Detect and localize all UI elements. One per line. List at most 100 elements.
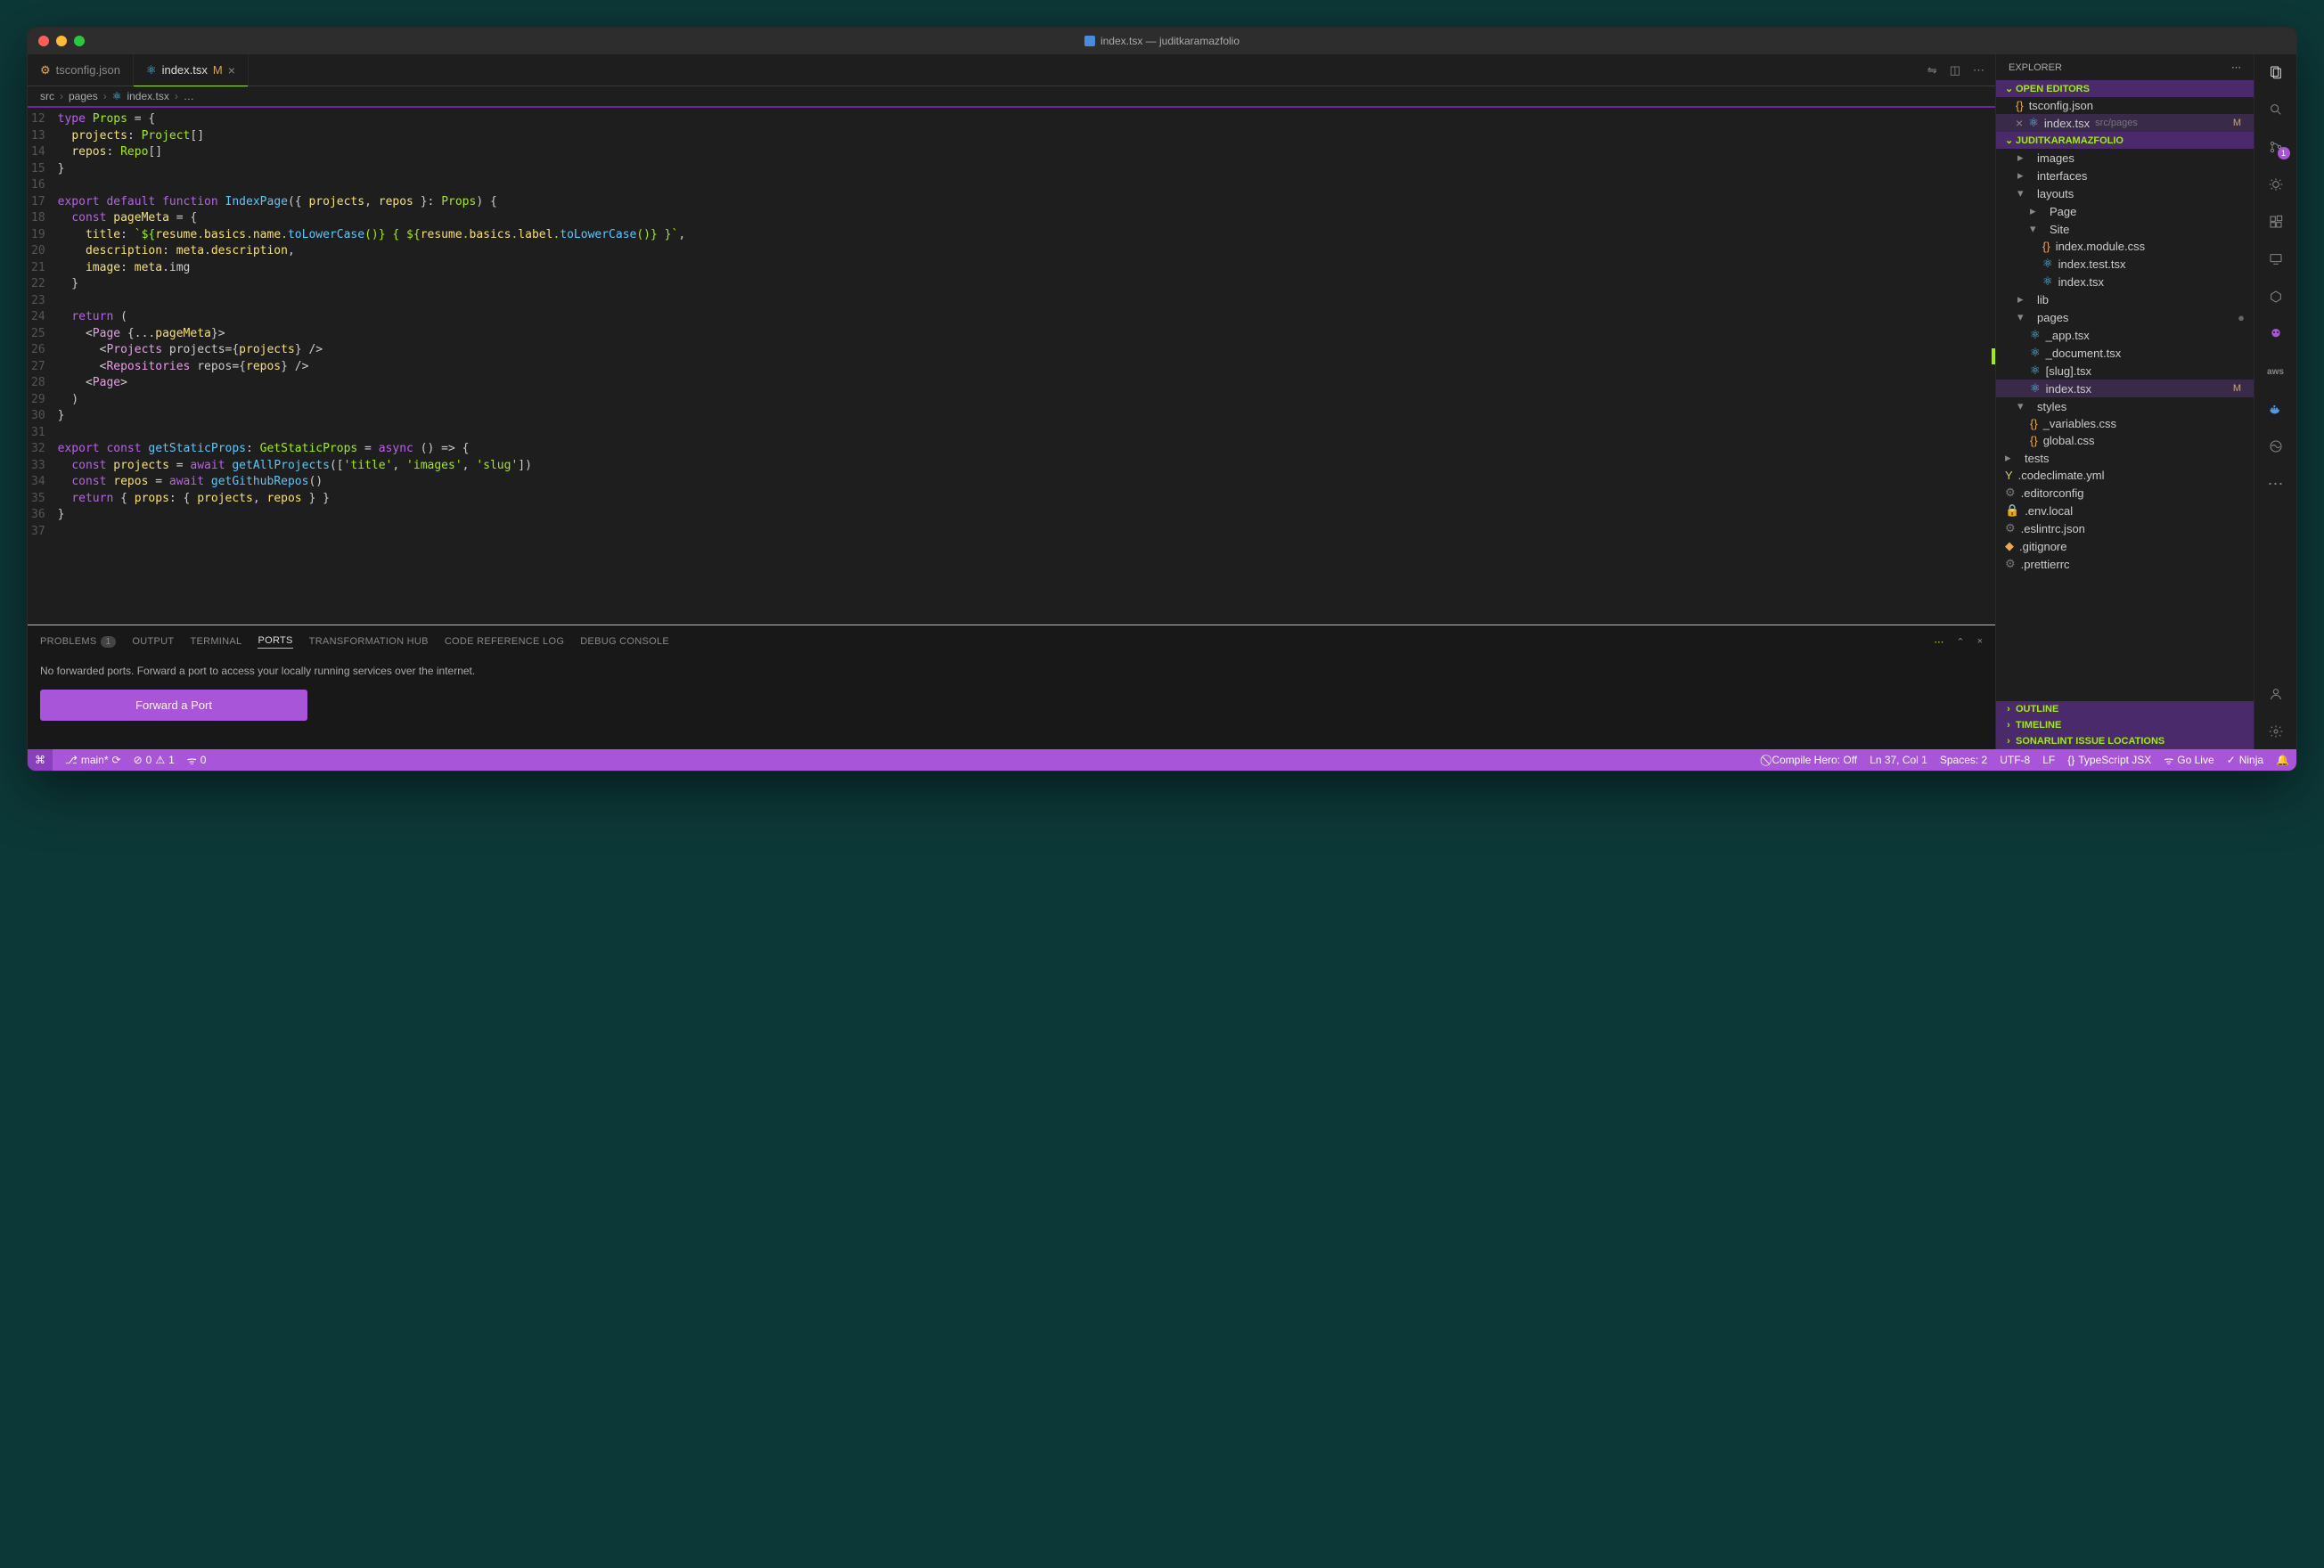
panel-tab-ports[interactable]: PORTS xyxy=(258,635,292,649)
file-tree: ▸ images ▸ interfaces ▾ layouts ▸ Page ▾… xyxy=(1996,149,2254,701)
diagnostics[interactable]: ⊘ 0 ⚠ 1 xyxy=(134,753,175,768)
panel-tab-code-reference-log[interactable]: CODE REFERENCE LOG xyxy=(445,636,564,647)
panel-tab-terminal[interactable]: TERMINAL xyxy=(190,636,241,647)
hexagon-icon[interactable] xyxy=(2265,286,2287,307)
tree-item[interactable]: Y .codeclimate.yml xyxy=(1996,467,2254,484)
activity-bar: 1 aws ⋯ xyxy=(2254,54,2296,749)
tree-item[interactable]: {} index.module.css xyxy=(1996,238,2254,255)
maximize-panel-icon[interactable]: ⌃ xyxy=(1956,636,1964,648)
language-mode[interactable]: {} TypeScript JSX xyxy=(2067,753,2151,768)
tree-item[interactable]: ⚛ index.tsx xyxy=(1996,273,2254,290)
tree-item[interactable]: ▾ styles xyxy=(1996,397,2254,415)
tree-item[interactable]: ⚛ [slug].tsx xyxy=(1996,362,2254,380)
tree-item[interactable]: ⚛ _document.tsx xyxy=(1996,344,2254,362)
tree-item[interactable]: 🔒 .env.local xyxy=(1996,502,2254,519)
close-panel-icon[interactable]: × xyxy=(1977,636,1983,648)
tree-item[interactable]: ⚙ .prettierrc xyxy=(1996,555,2254,573)
close-window[interactable] xyxy=(38,36,49,46)
account-icon[interactable] xyxy=(2265,683,2287,705)
panel-tab-debug-console[interactable]: DEBUG CONSOLE xyxy=(580,636,669,647)
tree-item[interactable]: ▾ layouts xyxy=(1996,184,2254,202)
maximize-window[interactable] xyxy=(74,36,85,46)
tree-item[interactable]: ⚛ index.test.tsx xyxy=(1996,255,2254,273)
section-outline[interactable]: ›OUTLINE xyxy=(1996,701,2254,717)
eol[interactable]: LF xyxy=(2042,753,2055,768)
more-icon[interactable]: ⋯ xyxy=(2231,61,2241,73)
tree-item[interactable]: ⚛ _app.tsx xyxy=(1996,326,2254,344)
search-icon[interactable] xyxy=(2265,99,2287,120)
tree-item[interactable]: ▸ images xyxy=(1996,149,2254,167)
minimize-window[interactable] xyxy=(56,36,67,46)
statusbar: ⌘ ⎇ main* ⟳ ⊘ 0 ⚠ 1 ᯤ 0 ⃠ Compile Hero: … xyxy=(28,749,2296,771)
panel-message: No forwarded ports. Forward a port to ac… xyxy=(40,665,1983,677)
open-editor-item[interactable]: {} tsconfig.json xyxy=(1996,97,2254,114)
indent[interactable]: Spaces: 2 xyxy=(1940,753,1987,768)
cursor-position[interactable]: Ln 37, Col 1 xyxy=(1870,753,1927,768)
tree-item[interactable]: {} _variables.css xyxy=(1996,415,2254,432)
more-icon[interactable]: ⋯ xyxy=(1934,636,1943,648)
close-icon[interactable]: × xyxy=(2016,116,2023,130)
source-control-icon[interactable]: 1 xyxy=(2265,136,2287,158)
explorer-icon[interactable] xyxy=(2265,61,2287,83)
file-icon xyxy=(1084,36,1095,46)
line-numbers: 1213141516171819202122232425262728293031… xyxy=(28,108,58,625)
tree-item[interactable]: ▾ Site xyxy=(1996,220,2254,238)
explorer-title: EXPLORER xyxy=(2009,62,2062,73)
compile-hero[interactable]: ⃠ Compile Hero: Off xyxy=(1768,753,1857,768)
section-sonarlint-issue-locations[interactable]: ›SONARLINT ISSUE LOCATIONS xyxy=(1996,733,2254,749)
tab-index-tsx[interactable]: ⚛ index.tsx M × xyxy=(134,54,249,86)
tree-item[interactable]: ▸ Page xyxy=(1996,202,2254,220)
panel-tabs: PROBLEMS1 OUTPUT TERMINAL PORTS TRANSFORMATI… xyxy=(28,625,1995,657)
tree-item[interactable]: ⚙ .editorconfig xyxy=(1996,484,2254,502)
open-editors-list: {} tsconfig.json ×⚛ index.tsx src/pages … xyxy=(1996,97,2254,132)
code-content[interactable]: type Props = { projects: Project[] repos… xyxy=(58,108,1995,625)
docker-icon[interactable] xyxy=(2265,398,2287,420)
section-timeline[interactable]: ›TIMELINE xyxy=(1996,717,2254,733)
panel-tab-transformation-hub[interactable]: TRANSFORMATION HUB xyxy=(309,636,429,647)
traffic-lights xyxy=(38,36,85,46)
encoding[interactable]: UTF-8 xyxy=(2000,753,2030,768)
remote-indicator[interactable]: ⌘ xyxy=(28,749,53,771)
tree-item[interactable]: ⚙ .eslintrc.json xyxy=(1996,519,2254,537)
breadcrumb[interactable]: src› pages› ⚛index.tsx› … xyxy=(28,86,1995,106)
tree-item[interactable]: {} global.css xyxy=(1996,432,2254,449)
panel-tab-problems[interactable]: PROBLEMS1 xyxy=(40,636,116,647)
extensions-icon[interactable] xyxy=(2265,211,2287,233)
settings-icon[interactable] xyxy=(2265,721,2287,742)
code-editor[interactable]: 1213141516171819202122232425262728293031… xyxy=(28,106,1995,625)
debug-icon[interactable] xyxy=(2265,174,2287,195)
tree-item[interactable]: ▸ interfaces xyxy=(1996,167,2254,184)
close-tab-icon[interactable]: × xyxy=(228,63,235,78)
tab-tsconfig[interactable]: ⚙ tsconfig.json xyxy=(28,54,134,86)
quokka-icon[interactable] xyxy=(2265,323,2287,345)
forward-port-button[interactable]: Forward a Port xyxy=(40,690,307,721)
go-live[interactable]: ᯤ Go Live xyxy=(2164,753,2214,768)
more-icon[interactable]: ⋯ xyxy=(1973,63,1984,78)
compare-icon[interactable]: ⇋ xyxy=(1927,63,1937,78)
window-title: index.tsx — juditkaramazfolio xyxy=(1084,35,1240,47)
tree-item[interactable]: ▾ pages ● xyxy=(1996,308,2254,326)
ports-count[interactable]: ᯤ 0 xyxy=(187,753,207,768)
sidebar: EXPLORER ⋯ ⌄OPEN EDITORS {} tsconfig.jso… xyxy=(1995,54,2254,749)
remote-icon[interactable] xyxy=(2265,249,2287,270)
tree-item[interactable]: ◆ .gitignore xyxy=(1996,537,2254,555)
wave-icon[interactable] xyxy=(2265,436,2287,457)
vscode-window: index.tsx — juditkaramazfolio ⚙ tsconfig… xyxy=(27,27,2297,772)
tree-item[interactable]: ⚛ index.tsx M xyxy=(1996,380,2254,397)
tree-item[interactable]: ▸ lib xyxy=(1996,290,2254,308)
change-marker xyxy=(1992,348,1995,364)
tree-item[interactable]: ▸ tests xyxy=(1996,449,2254,467)
panel-tab-output[interactable]: OUTPUT xyxy=(132,636,174,647)
git-branch[interactable]: ⎇ main* ⟳ xyxy=(65,753,121,768)
titlebar: index.tsx — juditkaramazfolio xyxy=(28,28,2296,54)
project-header[interactable]: ⌄JUDITKARAMAZFOLIO xyxy=(1996,132,2254,149)
editor-tabs: ⚙ tsconfig.json ⚛ index.tsx M × ⇋ ◫ ⋯ xyxy=(28,54,1995,86)
open-editors-header[interactable]: ⌄OPEN EDITORS xyxy=(1996,80,2254,97)
aws-icon[interactable]: aws xyxy=(2265,361,2287,382)
split-editor-icon[interactable]: ◫ xyxy=(1950,63,1960,78)
ninja[interactable]: ✓ Ninja xyxy=(2227,753,2263,768)
notifications-icon[interactable]: 🔔 xyxy=(2276,753,2289,768)
open-editor-item[interactable]: ×⚛ index.tsx src/pages M xyxy=(1996,114,2254,132)
more-icon[interactable]: ⋯ xyxy=(2265,473,2287,494)
bottom-panel: PROBLEMS1 OUTPUT TERMINAL PORTS TRANSFORMATI… xyxy=(28,625,1995,749)
